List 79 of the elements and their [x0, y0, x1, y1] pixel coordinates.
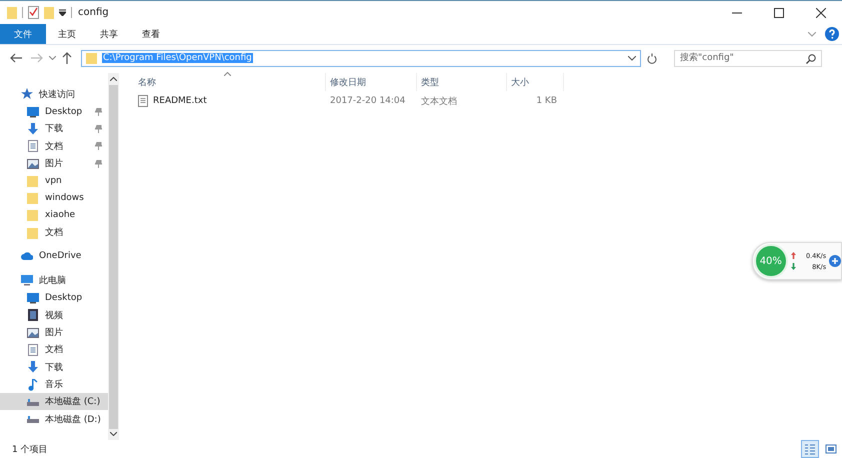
column-header[interactable]: 修改日期	[326, 73, 417, 91]
monitor-icon	[27, 106, 39, 118]
document-icon	[27, 344, 39, 356]
film-icon	[27, 309, 39, 322]
sidebar-item[interactable]: 图片	[0, 324, 108, 342]
back-arrow-icon[interactable]	[10, 53, 22, 63]
pin-icon[interactable]	[95, 160, 102, 168]
sidebar-item[interactable]: 文档	[0, 341, 108, 359]
sidebar-item[interactable]: 本地磁盘 (C:)	[0, 393, 108, 410]
file-name[interactable]: README.txt	[134, 95, 326, 107]
sidebar-item[interactable]: 视频	[0, 306, 108, 324]
down-arrow-icon	[27, 361, 39, 374]
scroll-down-icon[interactable]	[110, 432, 117, 436]
column-header[interactable]: 类型	[417, 73, 507, 91]
maximize-icon	[774, 8, 784, 18]
folder-icon	[86, 52, 98, 64]
sidebar-item[interactable]: 文档	[0, 224, 108, 242]
status-text: 1 个项目	[12, 444, 48, 456]
sidebar-item[interactable]: 本地磁盘 (D:)	[0, 410, 108, 428]
scrollbar-thumb[interactable]	[109, 85, 118, 429]
scrollbar[interactable]	[108, 73, 119, 440]
ribbon-tab[interactable]: 查看	[130, 24, 172, 44]
date-cell-text: 2017-2-20 14:04	[329, 96, 406, 106]
folder-icon	[27, 209, 39, 222]
sidebar-item[interactable]: 文档	[0, 138, 108, 155]
column-header[interactable]: 名称	[134, 73, 326, 91]
sidebar-item[interactable]: vpn	[0, 172, 108, 190]
pin-icon[interactable]	[95, 108, 102, 116]
sidebar-item[interactable]: OneDrive	[0, 247, 108, 266]
up-arrow-icon	[790, 252, 796, 259]
file-tab[interactable]: 文件	[0, 24, 46, 44]
sidebar-item[interactable]: 快速访问	[0, 85, 108, 103]
chevron-down-icon[interactable]	[628, 56, 636, 60]
close-icon	[816, 8, 826, 18]
sidebar-item[interactable]: windows	[0, 189, 108, 207]
folder-icon	[27, 226, 39, 239]
size-cell-text: 1 KB	[535, 96, 558, 106]
search-field[interactable]: 搜索"config"	[674, 50, 822, 66]
picture-icon	[27, 158, 39, 170]
cloud-icon	[21, 250, 33, 262]
picture-icon	[27, 326, 39, 339]
sort-caret-icon	[224, 72, 231, 76]
sidebar-item[interactable]: 音乐	[0, 376, 108, 394]
sidebar-item[interactable]: 下载	[0, 120, 108, 138]
star-icon	[21, 88, 33, 100]
sidebar-item[interactable]: xiaohe	[0, 206, 108, 224]
pin-icon[interactable]	[95, 124, 102, 133]
scroll-up-icon[interactable]	[110, 77, 117, 81]
down-arrow-icon	[27, 122, 39, 135]
pin-icon[interactable]	[95, 142, 102, 150]
search-icon[interactable]	[806, 54, 816, 64]
text-file-icon	[138, 95, 148, 107]
monitor-icon	[27, 292, 39, 304]
help-icon[interactable]	[825, 27, 839, 41]
sidebar-item[interactable]: 此电脑	[0, 271, 108, 290]
down-arrow-icon	[790, 263, 796, 270]
chevron-down-icon[interactable]	[49, 56, 56, 60]
up-arrow-icon[interactable]	[62, 52, 72, 64]
checklist-icon[interactable]	[28, 6, 39, 19]
sidebar-item[interactable]: 图片	[0, 154, 108, 172]
column-header[interactable]: 大小	[507, 73, 564, 91]
computer-icon	[21, 274, 33, 286]
window-title: config	[78, 7, 109, 18]
folder-icon	[27, 174, 39, 187]
sidebar-item[interactable]: Desktop	[0, 289, 108, 307]
ribbon-tab[interactable]: 共享	[88, 24, 130, 44]
sidebar-item[interactable]: Desktop	[0, 103, 108, 120]
percent-ball: 40%	[754, 244, 788, 278]
folder-icon	[7, 6, 17, 19]
type-cell-text: 文本文档	[420, 96, 458, 108]
details-view-icon[interactable]	[801, 440, 819, 458]
folder-icon	[27, 192, 39, 204]
ribbon-tab[interactable]: 主页	[46, 24, 88, 44]
dropdown-icon[interactable]	[59, 9, 66, 16]
drive-icon	[27, 413, 39, 426]
music-note-icon	[27, 378, 39, 390]
sidebar-item[interactable]: 下载	[0, 358, 108, 376]
document-icon	[27, 140, 39, 152]
plus-icon[interactable]	[829, 255, 841, 267]
